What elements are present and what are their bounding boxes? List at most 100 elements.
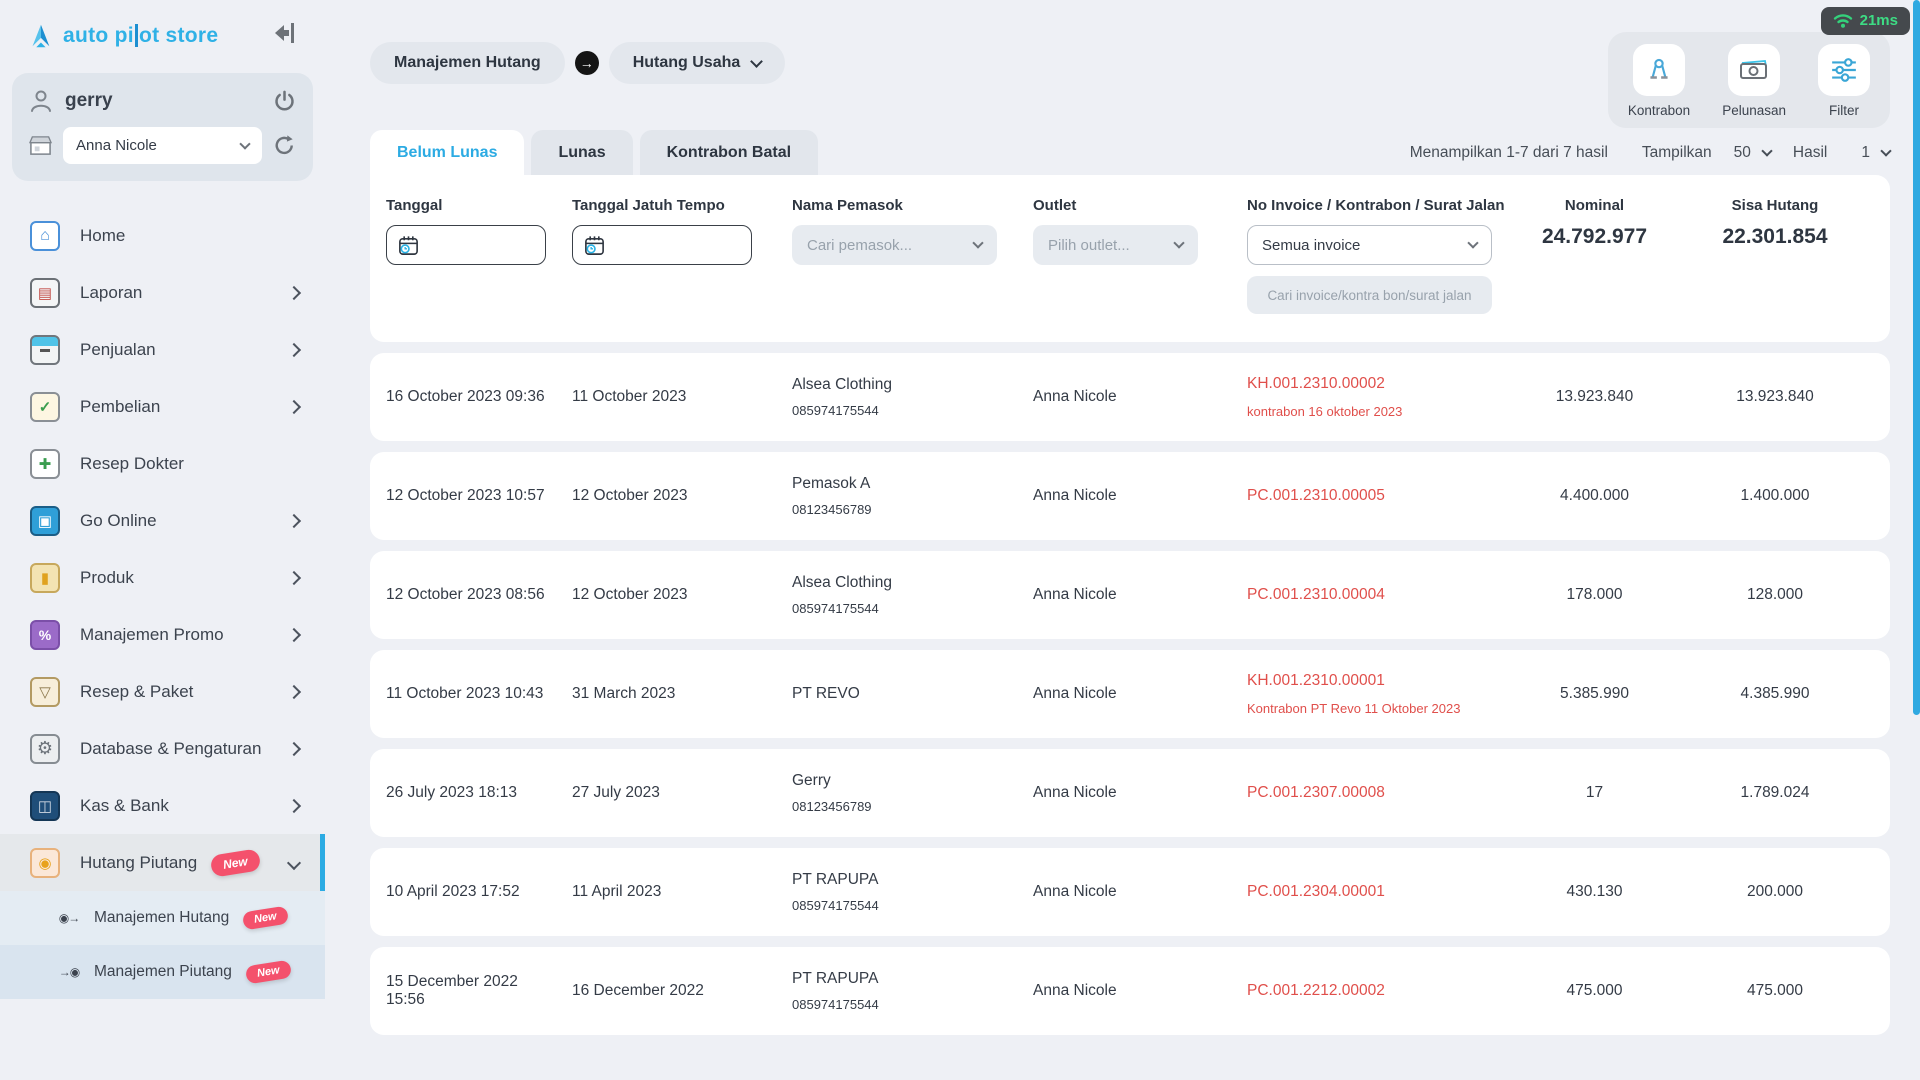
kontrabon-button[interactable]: Kontrabon: [1628, 44, 1690, 118]
filter-button[interactable]: Filter: [1818, 44, 1870, 118]
invoice-link[interactable]: KH.001.2310.00001: [1247, 672, 1519, 690]
filter-sisa-hutang: Sisa Hutang 22.301.854: [1664, 197, 1890, 314]
chevron-icon: [287, 399, 301, 413]
cell-tanggal: 12 October 2023 10:57: [370, 487, 566, 505]
invoice-note: Kontrabon PT Revo 11 Oktober 2023: [1247, 701, 1519, 716]
sidebar: auto piot store gerry: [0, 0, 325, 1080]
sidebar-item-label: Go Online: [80, 511, 157, 531]
filter-sliders-icon: [1830, 57, 1858, 83]
invoice-link[interactable]: PC.001.2307.00008: [1247, 784, 1519, 802]
sidebar-item-label: Manajemen Promo: [80, 625, 224, 645]
table-row[interactable]: 10 April 2023 17:52 11 April 2023 PT RAP…: [370, 848, 1890, 936]
invoice-link[interactable]: PC.001.2212.00002: [1247, 982, 1519, 1000]
pemasok-phone: 085974175544: [792, 601, 1017, 616]
pemasok-select[interactable]: Cari pemasok...: [792, 225, 997, 265]
prescription-icon: [30, 449, 60, 479]
breadcrumb-manajemen-hutang[interactable]: Manajemen Hutang: [370, 42, 565, 84]
tab-belum-lunas[interactable]: Belum Lunas: [370, 130, 524, 175]
chevron-down-icon: [750, 55, 763, 68]
cell-invoice: KH.001.2310.00002 kontrabon 16 oktober 2…: [1241, 375, 1529, 419]
sidebar-item[interactable]: Go Online: [0, 492, 325, 549]
cell-pemasok: Alsea Clothing 085974175544: [786, 376, 1027, 418]
invoice-link[interactable]: PC.001.2304.00001: [1247, 883, 1519, 901]
invoice-link[interactable]: KH.001.2310.00002: [1247, 375, 1519, 393]
table-row[interactable]: 15 December 2022 15:56 16 December 2022 …: [370, 947, 1890, 1035]
sidebar-item[interactable]: Resep Dokter: [0, 435, 325, 492]
pemasok-name: Alsea Clothing: [792, 574, 1017, 592]
cell-outlet: Anna Nicole: [1027, 586, 1241, 604]
latency-value: 21ms: [1860, 12, 1898, 29]
sidebar-item[interactable]: Resep & Paket: [0, 663, 325, 720]
sidebar-subitem-label: Manajemen Piutang: [94, 963, 232, 981]
sidebar-item[interactable]: Laporan: [0, 264, 325, 321]
invoice-search-input[interactable]: Cari invoice/kontra bon/surat jalan: [1247, 276, 1492, 314]
filter-jatuh-tempo: Tanggal Jatuh Tempo: [566, 197, 786, 314]
store-select[interactable]: Anna Nicole: [63, 127, 262, 164]
sidebar-item-label: Kas & Bank: [80, 796, 169, 816]
new-badge: New: [210, 848, 262, 877]
invoice-type-select[interactable]: Semua invoice: [1247, 225, 1492, 265]
sidebar-menu: Home Laporan Penjualan Pembelian Resep D…: [0, 207, 325, 891]
invoice-link[interactable]: PC.001.2310.00005: [1247, 487, 1519, 505]
cell-outlet: Anna Nicole: [1027, 487, 1241, 505]
sidebar-item[interactable]: Produk: [0, 549, 325, 606]
cell-pemasok: Alsea Clothing 085974175544: [786, 574, 1027, 616]
refresh-button[interactable]: [272, 133, 297, 158]
pemasok-name: Gerry: [792, 772, 1017, 790]
sidebar-subitem[interactable]: Manajemen Piutang New: [0, 945, 325, 999]
product-box-icon: [30, 563, 60, 593]
breadcrumb-hutang-usaha-dropdown[interactable]: Hutang Usaha: [609, 42, 786, 84]
cash-icon: [1738, 58, 1770, 82]
sidebar-item[interactable]: Pembelian: [0, 378, 325, 435]
sidebar-item[interactable]: Home: [0, 207, 325, 264]
sidebar-item-label: Penjualan: [80, 340, 156, 360]
logo-bar: [135, 24, 138, 47]
cell-tanggal: 16 October 2023 09:36: [370, 388, 566, 406]
chevron-icon: [287, 798, 301, 812]
scrollbar-thumb[interactable]: [1913, 0, 1920, 715]
house-icon: [30, 221, 60, 251]
cell-jatuh-tempo: 27 July 2023: [566, 784, 786, 802]
cell-outlet: Anna Nicole: [1027, 883, 1241, 901]
sidebar-item[interactable]: Penjualan: [0, 321, 325, 378]
cell-pemasok: PT RAPUPA 085974175544: [786, 871, 1027, 913]
cell-invoice: KH.001.2310.00001 Kontrabon PT Revo 11 O…: [1241, 672, 1529, 716]
page-select[interactable]: 1: [1861, 144, 1890, 162]
table-row[interactable]: 12 October 2023 10:57 12 October 2023 Pe…: [370, 452, 1890, 540]
pelunasan-button[interactable]: Pelunasan: [1722, 44, 1786, 118]
table-row[interactable]: 26 July 2023 18:13 27 July 2023 Gerry 08…: [370, 749, 1890, 837]
collapse-sidebar-button[interactable]: [267, 20, 297, 51]
cell-nominal: 430.130: [1529, 883, 1664, 901]
cell-sisa-hutang: 4.385.990: [1664, 685, 1890, 703]
pemasok-name: Alsea Clothing: [792, 376, 1017, 394]
sidebar-item[interactable]: Database & Pengaturan: [0, 720, 325, 777]
tanggal-date-input[interactable]: [386, 225, 546, 265]
tab-kontrabon-batal[interactable]: Kontrabon Batal: [640, 130, 818, 175]
sidebar-header: auto piot store: [0, 0, 325, 59]
jatuh-tempo-date-input[interactable]: [572, 225, 752, 265]
sidebar-subitem[interactable]: Manajemen Hutang New: [0, 891, 325, 945]
sidebar-item[interactable]: Manajemen Promo: [0, 606, 325, 663]
invoice-link[interactable]: PC.001.2310.00004: [1247, 586, 1519, 604]
tabs-row: Belum Lunas Lunas Kontrabon Batal Menamp…: [370, 130, 1890, 175]
table-row[interactable]: 16 October 2023 09:36 11 October 2023 Al…: [370, 353, 1890, 441]
cell-jatuh-tempo: 12 October 2023: [566, 487, 786, 505]
sisa-hutang-total: 22.301.854: [1670, 225, 1880, 249]
tab-lunas[interactable]: Lunas: [531, 130, 632, 175]
page-size-select[interactable]: 50: [1734, 144, 1771, 162]
chevron-icon: [287, 285, 301, 299]
logout-button[interactable]: [272, 89, 297, 114]
table-row[interactable]: 11 October 2023 10:43 31 March 2023 PT R…: [370, 650, 1890, 738]
sidebar-item[interactable]: Hutang Piutang New: [0, 834, 325, 891]
table-row[interactable]: 12 October 2023 08:56 12 October 2023 Al…: [370, 551, 1890, 639]
sidebar-item-label: Resep & Paket: [80, 682, 193, 702]
cell-tanggal: 12 October 2023 08:56: [370, 586, 566, 604]
sidebar-item[interactable]: Kas & Bank: [0, 777, 325, 834]
chevron-icon: [287, 570, 301, 584]
chevron-down-icon: [1880, 145, 1891, 156]
cell-pemasok: Gerry 08123456789: [786, 772, 1027, 814]
outlet-select[interactable]: Pilih outlet...: [1033, 225, 1198, 265]
power-icon: [272, 89, 297, 114]
sidebar-item-label: Produk: [80, 568, 134, 588]
cell-invoice: PC.001.2307.00008: [1241, 784, 1529, 802]
